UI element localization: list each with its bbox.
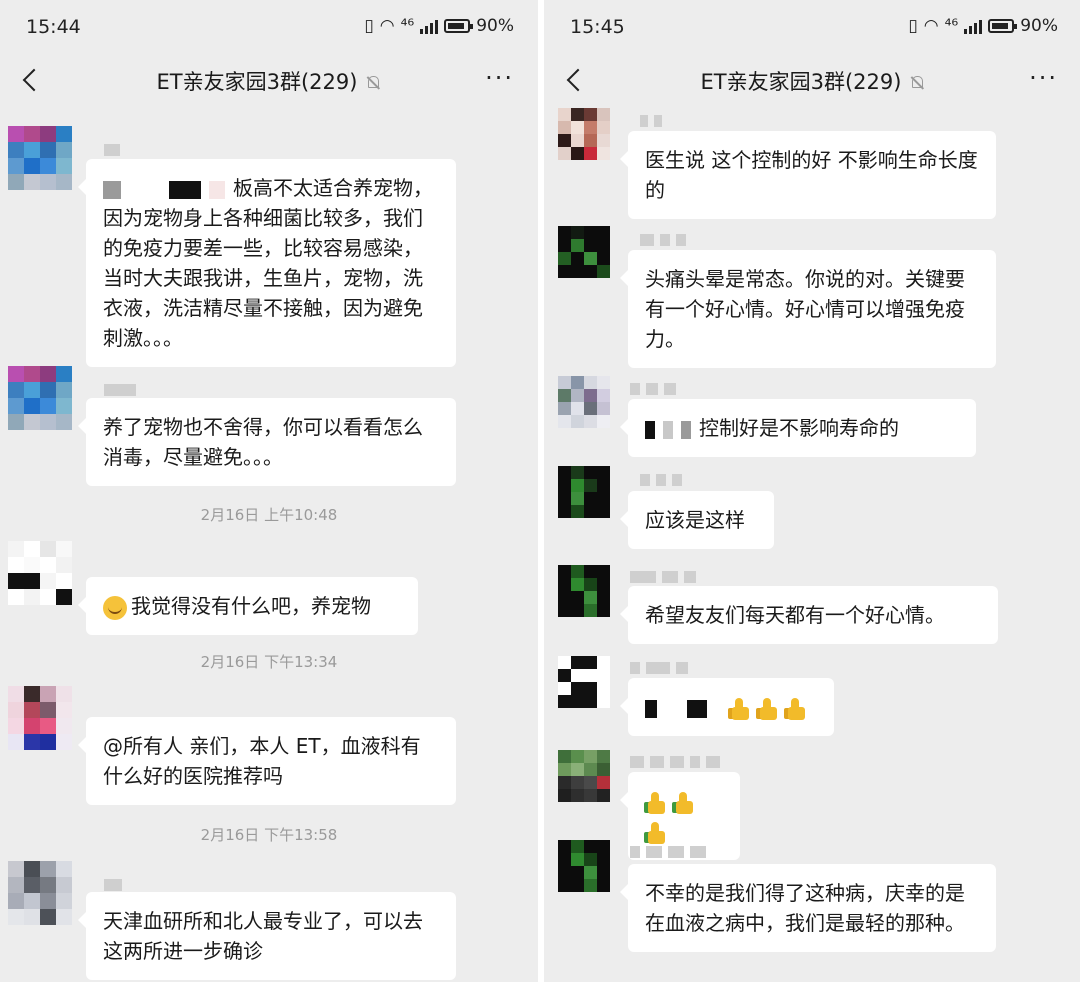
redacted-block — [209, 180, 225, 199]
wifi-icon: ◠ — [379, 16, 395, 36]
sender-name — [630, 660, 688, 676]
chat-title-text: ET亲友家园3群(229) — [700, 70, 902, 94]
status-time: 15:45 — [570, 16, 625, 38]
redacted-block — [681, 420, 691, 439]
more-dots-icon[interactable]: ··· — [1029, 64, 1058, 92]
laugh-emoji-icon — [103, 595, 127, 620]
avatar[interactable] — [558, 656, 610, 708]
thumbs-up-icon — [729, 697, 751, 721]
message-text: 控制好是不影响寿命的 — [699, 416, 899, 440]
message-bubble[interactable] — [620, 678, 834, 736]
thumbs-up-icon — [757, 697, 779, 721]
message-bubble[interactable]: 希望友友们每天都有一个好心情。 — [620, 586, 998, 644]
message-bubble[interactable]: @所有人 亲们，本人 ET，血液科有什么好的医院推荐吗 — [78, 717, 456, 805]
message-text: 头痛头晕是常态。你说的对。关键要有一个好心情。好心情可以增强免疫力。 — [645, 267, 965, 351]
chat-header: ET亲友家园3群(229) ··· — [544, 58, 1080, 104]
network-label: ⁴⁶ — [944, 16, 959, 36]
message-text: 板高不太适合养宠物，因为宠物身上各种细菌比较多，我们的免疫力要差一些，比较容易感… — [103, 176, 433, 350]
avatar[interactable] — [8, 366, 72, 430]
thumbs-up-icon — [785, 697, 807, 721]
avatar[interactable] — [558, 840, 610, 892]
sender-name — [630, 381, 676, 397]
status-icons: ▯ ◠ ⁴⁶ 90% — [364, 16, 514, 36]
sender-name — [104, 382, 136, 398]
redacted-block — [687, 699, 707, 718]
signal-icon — [420, 18, 439, 34]
mute-bell-icon — [365, 75, 381, 91]
message-text: 医生说 这个控制的好 不影响生命长度的 — [645, 148, 978, 202]
battery-level: 90% — [1020, 16, 1058, 36]
status-icons: ▯ ◠ ⁴⁶ 90% — [908, 16, 1058, 36]
chat-title: ET亲友家园3群(229) — [0, 66, 538, 96]
timestamp: 2月16日 下午13:58 — [200, 826, 338, 844]
status-bar: 15:44 ▯ ◠ ⁴⁶ 90% — [26, 14, 514, 42]
chat-title-text: ET亲友家园3群(229) — [156, 70, 358, 94]
avatar[interactable] — [558, 226, 610, 278]
redacted-block — [103, 180, 121, 199]
battery-icon — [988, 19, 1018, 33]
message-text: 天津血研所和北人最专业了，可以去这两所进一步确诊 — [103, 909, 423, 963]
signal-icon — [964, 18, 983, 34]
sender-name — [640, 113, 662, 129]
message-bubble[interactable]: 板高不太适合养宠物，因为宠物身上各种细菌比较多，我们的免疫力要差一些，比较容易感… — [78, 159, 456, 367]
avatar[interactable] — [558, 466, 610, 518]
sender-name — [104, 142, 120, 158]
timestamp: 2月16日 上午10:48 — [200, 506, 338, 524]
sender-name — [630, 569, 696, 585]
message-text: @所有人 亲们，本人 ET，血液科有什么好的医院推荐吗 — [103, 734, 421, 788]
battery-level: 90% — [476, 16, 514, 36]
redacted-block — [169, 180, 201, 199]
chat-header: ET亲友家园3群(229) ··· — [0, 58, 538, 104]
status-bar: 15:45 ▯ ◠ ⁴⁶ 90% — [570, 14, 1058, 42]
avatar[interactable] — [558, 565, 610, 617]
timestamp: 2月16日 下午13:34 — [200, 653, 338, 671]
message-bubble[interactable]: 养了宠物也不舍得，你可以看看怎么消毒，尽量避免。。。 — [78, 398, 456, 486]
sender-name — [630, 844, 706, 860]
message-bubble[interactable]: 天津血研所和北人最专业了，可以去这两所进一步确诊 — [78, 892, 456, 980]
redacted-block — [645, 420, 655, 439]
sender-name — [104, 877, 122, 893]
avatar[interactable] — [8, 541, 72, 605]
chat-screen-right: 15:45 ▯ ◠ ⁴⁶ 90% ET亲友家园3群(229) ··· 医生说 这… — [544, 0, 1080, 982]
message-bubble[interactable]: 应该是这样 — [620, 491, 774, 549]
redacted-block — [645, 699, 657, 718]
sender-name — [630, 754, 720, 770]
mute-bell-icon — [909, 75, 925, 91]
message-text: 应该是这样 — [645, 508, 745, 532]
avatar[interactable] — [558, 376, 610, 428]
network-label: ⁴⁶ — [400, 16, 415, 36]
thumbs-up-icon — [645, 821, 667, 845]
message-bubble[interactable]: 控制好是不影响寿命的 — [620, 399, 976, 457]
avatar[interactable] — [8, 861, 72, 925]
avatar[interactable] — [8, 126, 72, 190]
thumbs-up-icon — [645, 791, 667, 815]
vibrate-icon: ▯ — [908, 16, 918, 36]
more-dots-icon[interactable]: ··· — [485, 64, 514, 92]
message-text: 我觉得没有什么吧，养宠物 — [131, 594, 371, 618]
message-bubble[interactable]: 不幸的是我们得了这种病，庆幸的是在血液之病中，我们是最轻的那种。 — [620, 864, 996, 952]
battery-icon — [444, 19, 474, 33]
wifi-icon: ◠ — [923, 16, 939, 36]
avatar[interactable] — [558, 750, 610, 802]
vibrate-icon: ▯ — [364, 16, 374, 36]
status-time: 15:44 — [26, 16, 81, 38]
sender-name — [640, 232, 686, 248]
message-text: 养了宠物也不舍得，你可以看看怎么消毒，尽量避免。。。 — [103, 415, 423, 469]
thumbs-up-icon — [673, 791, 695, 815]
chat-title: ET亲友家园3群(229) — [544, 66, 1080, 96]
message-bubble[interactable]: 我觉得没有什么吧，养宠物 — [78, 577, 418, 635]
avatar[interactable] — [558, 108, 610, 160]
sender-name — [640, 472, 682, 488]
message-text: 希望友友们每天都有一个好心情。 — [645, 603, 945, 627]
message-text: 不幸的是我们得了这种病，庆幸的是在血液之病中，我们是最轻的那种。 — [645, 881, 965, 935]
redacted-block — [663, 420, 673, 439]
message-bubble[interactable]: 头痛头晕是常态。你说的对。关键要有一个好心情。好心情可以增强免疫力。 — [620, 250, 996, 368]
chat-screen-left: 15:44 ▯ ◠ ⁴⁶ 90% ET亲友家园3群(229) ··· 板高不太适… — [0, 0, 538, 982]
message-bubble[interactable]: 医生说 这个控制的好 不影响生命长度的 — [620, 131, 996, 219]
avatar[interactable] — [8, 686, 72, 750]
